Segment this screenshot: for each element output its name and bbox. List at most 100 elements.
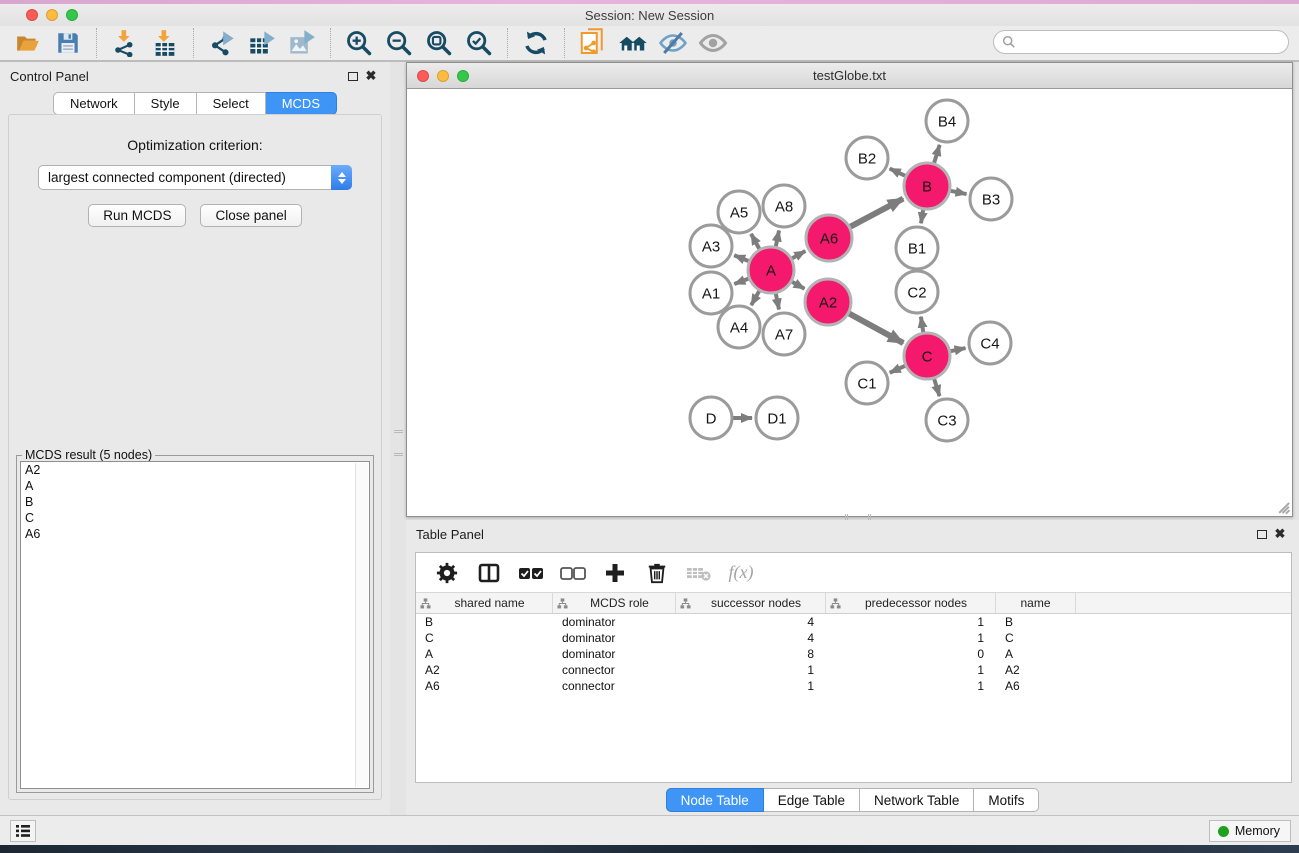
graph-node[interactable]: D [690,397,732,439]
delete-table-icon[interactable] [682,558,716,588]
graph-edge[interactable] [934,379,939,396]
table-cell[interactable]: C [416,630,553,646]
import-table-icon[interactable] [145,28,185,58]
graph-edge[interactable] [751,234,759,249]
table-row[interactable]: A6connector11A6 [416,678,1291,694]
tab-network[interactable]: Network [53,92,135,115]
home-icon[interactable] [613,28,653,58]
table-cell[interactable]: 8 [676,646,826,662]
function-builder-icon[interactable]: f(x) [724,558,758,588]
new-network-from-selection-icon[interactable] [573,28,613,58]
show-column-icon[interactable] [472,558,506,588]
show-graphics-details-icon[interactable] [693,28,733,58]
graph-node[interactable]: B2 [846,137,888,179]
graph-node[interactable]: A5 [718,191,760,233]
search-field[interactable] [993,30,1289,54]
mcds-result-item[interactable]: A2 [21,462,369,478]
table-cell[interactable]: A2 [996,662,1076,678]
float-table-panel-icon[interactable] [1253,525,1271,543]
tab-node-table[interactable]: Node Table [666,788,764,812]
table-cell[interactable]: B [996,614,1076,630]
table-cell[interactable]: A6 [416,678,553,694]
graph-edge[interactable] [890,366,905,373]
table-cell[interactable]: A [996,646,1076,662]
graph-edge[interactable] [951,191,967,194]
task-history-button[interactable] [10,820,36,842]
table-cell[interactable]: C [996,630,1076,646]
graph-node[interactable]: B [904,163,950,209]
result-scrollbar[interactable] [355,463,368,787]
graph-edge[interactable] [776,230,779,246]
table-row[interactable]: Bdominator41B [416,614,1291,630]
graph-edge[interactable] [776,294,779,310]
tab-select[interactable]: Select [197,92,266,115]
table-cell[interactable]: 1 [826,614,996,630]
graph-edge[interactable] [792,282,805,289]
table-cell[interactable]: 0 [826,646,996,662]
graph-edge[interactable] [792,251,805,258]
column-header-name[interactable]: name [996,593,1076,613]
close-panel-button[interactable]: Close panel [200,204,301,227]
graph-edge[interactable] [951,348,966,351]
save-session-icon[interactable] [48,28,88,58]
open-session-icon[interactable] [8,28,48,58]
table-cell[interactable]: A [416,646,553,662]
unselect-all-columns-icon[interactable] [556,558,590,588]
graph-node[interactable]: A [748,247,794,293]
search-input[interactable] [1016,32,1288,52]
add-column-icon[interactable] [598,558,632,588]
table-cell[interactable]: A2 [416,662,553,678]
zoom-out-icon[interactable] [379,28,419,58]
mcds-result-item[interactable]: C [21,510,369,526]
network-canvas[interactable]: B4B2BB3A8A5A6A3B1AC2A1A2A4A7C4CC1DD1C3 [407,89,1292,516]
graph-node[interactable]: C [904,333,950,379]
table-cell[interactable]: 1 [676,678,826,694]
graph-node[interactable]: A2 [805,279,851,325]
mcds-result-list[interactable]: A2ABCA6 [20,461,370,789]
zoom-in-icon[interactable] [339,28,379,58]
export-network-icon[interactable] [202,28,242,58]
graph-edge[interactable] [850,199,903,227]
table-cell[interactable]: 4 [676,614,826,630]
close-table-panel-icon[interactable]: ✖ [1271,525,1289,543]
graph-node[interactable]: A4 [718,306,760,348]
close-panel-icon[interactable]: ✖ [362,67,380,85]
graph-node[interactable]: C2 [896,271,938,313]
graph-node[interactable]: A8 [763,185,805,227]
table-cell[interactable]: 4 [676,630,826,646]
column-header-successor-nodes[interactable]: successor nodes [676,593,826,613]
graph-edge[interactable] [751,291,759,305]
export-image-icon[interactable] [282,28,322,58]
vertical-splitter-grip[interactable] [394,430,403,456]
delete-column-icon[interactable] [640,558,674,588]
export-table-icon[interactable] [242,28,282,58]
graph-node[interactable]: B4 [926,100,968,142]
graph-node[interactable]: B1 [896,227,938,269]
graph-edge[interactable] [734,255,749,261]
graph-node[interactable]: A7 [763,313,805,355]
hide-graphics-details-icon[interactable] [653,28,693,58]
graph-edge[interactable] [849,313,903,343]
table-row[interactable]: Adominator80A [416,646,1291,662]
mcds-result-item[interactable]: A6 [21,526,369,542]
mcds-result-item[interactable]: A [21,478,369,494]
settings-gear-icon[interactable] [430,558,464,588]
table-row[interactable]: Cdominator41C [416,630,1291,646]
window-resize-grip[interactable] [1277,501,1290,514]
column-header-predecessor-nodes[interactable]: predecessor nodes [826,593,996,613]
table-cell[interactable]: connector [553,678,676,694]
zoom-fit-icon[interactable] [419,28,459,58]
memory-button[interactable]: Memory [1209,820,1291,842]
table-cell[interactable]: 1 [826,630,996,646]
graph-edge[interactable] [890,169,906,176]
column-header-mcds-role[interactable]: MCDS role [553,593,676,613]
tab-motifs[interactable]: Motifs [974,788,1039,812]
graph-node[interactable]: A3 [690,225,732,267]
graph-node[interactable]: A6 [806,215,852,261]
graph-node[interactable]: C3 [926,399,968,441]
table-cell[interactable]: 1 [676,662,826,678]
float-panel-icon[interactable] [344,67,362,85]
select-all-columns-icon[interactable] [514,558,548,588]
table-cell[interactable]: A6 [996,678,1076,694]
table-cell[interactable]: dominator [553,646,676,662]
